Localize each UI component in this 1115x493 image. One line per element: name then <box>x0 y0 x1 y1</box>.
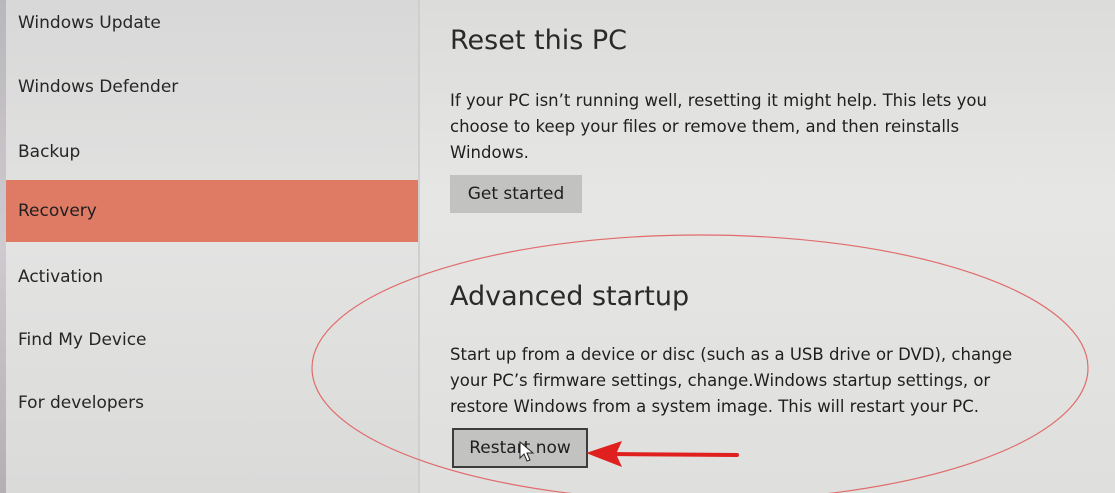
sidebar-item-label: Windows Defender <box>18 77 179 97</box>
settings-window: Windows Update Windows Defender Backup R… <box>0 0 1115 493</box>
reset-heading: Reset this PC <box>450 25 627 56</box>
advanced-startup-description: Start up from a device or disc (such as … <box>450 345 1013 416</box>
sidebar-item-for-developers[interactable]: For developers <box>6 372 418 434</box>
sidebar-item-find-my-device[interactable]: Find My Device <box>6 309 418 371</box>
sidebar: Windows Update Windows Defender Backup R… <box>0 0 418 493</box>
sidebar-item-label: Recovery <box>18 201 97 221</box>
sidebar-item-label: For developers <box>18 393 144 413</box>
sidebar-item-label: Activation <box>18 267 104 287</box>
sidebar-item-windows-defender[interactable]: Windows Defender <box>6 56 418 118</box>
sidebar-item-label: Windows Update <box>18 13 161 33</box>
mouse-cursor-icon <box>519 441 535 462</box>
sidebar-item-backup[interactable]: Backup <box>6 121 418 183</box>
sidebar-item-label: Backup <box>18 142 81 162</box>
advanced-startup-heading: Advanced startup <box>450 281 690 312</box>
sidebar-item-label: Find My Device <box>18 330 147 350</box>
reset-description: If your PC isn’t running well, resetting… <box>450 91 987 162</box>
sidebar-item-recovery[interactable]: Recovery <box>6 180 418 242</box>
sidebar-item-windows-update[interactable]: Windows Update <box>6 0 418 54</box>
sidebar-item-activation[interactable]: Activation <box>6 246 418 308</box>
get-started-button[interactable]: Get started <box>450 175 582 213</box>
